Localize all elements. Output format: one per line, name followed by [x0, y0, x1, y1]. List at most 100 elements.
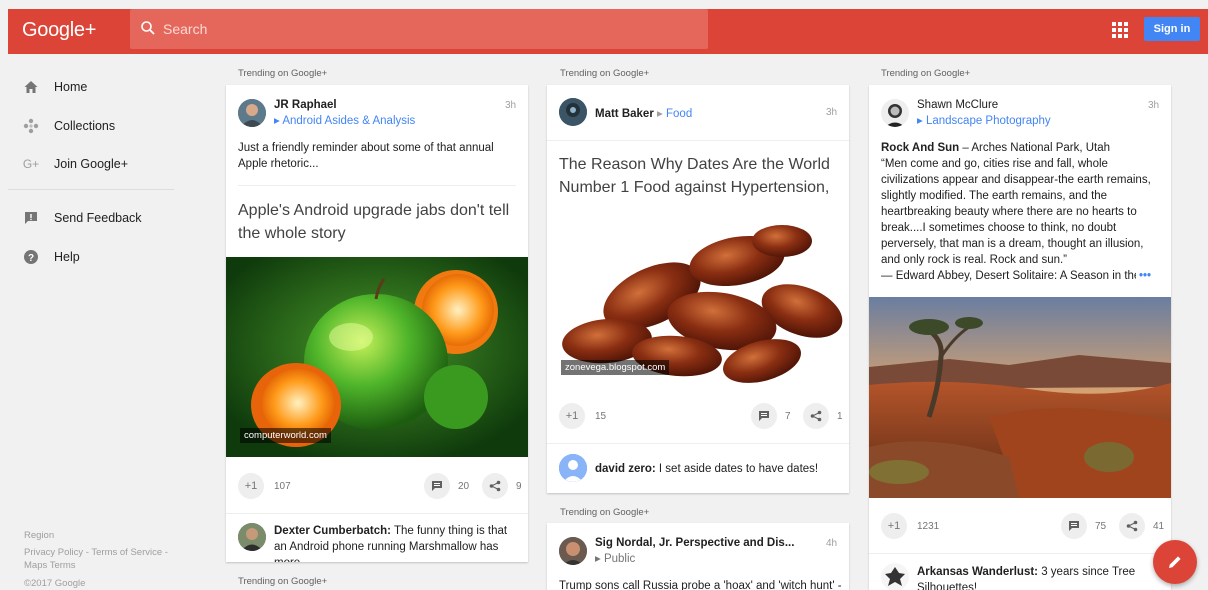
- help-icon: ?: [22, 248, 40, 266]
- post-collection-label: Android Asides & Analysis: [282, 115, 416, 127]
- sidebar-item-join[interactable]: G+ Join Google+: [22, 152, 128, 176]
- image-credit[interactable]: computerworld.com: [240, 428, 331, 443]
- post-image-apples[interactable]: [226, 257, 528, 457]
- search-placeholder[interactable]: Search: [163, 21, 207, 37]
- post-text: Just a friendly reminder about some of t…: [238, 142, 494, 170]
- post-author-name: Matt Baker: [595, 108, 654, 120]
- svg-text:?: ?: [28, 253, 34, 264]
- comment-author[interactable]: david zero:: [595, 463, 656, 475]
- search-box[interactable]: Search: [130, 9, 708, 49]
- maps-terms-link[interactable]: Maps Terms: [24, 560, 76, 571]
- search-icon: [141, 21, 155, 35]
- post-card: JR Raphael ▸ Android Asides & Analysis 3…: [226, 85, 528, 562]
- avatar[interactable]: [559, 537, 587, 565]
- avatar[interactable]: [238, 99, 266, 127]
- sidebar-item-label: Join Google+: [54, 157, 129, 171]
- apps-grid-icon[interactable]: [1112, 22, 1128, 38]
- post-text: “Men come and go, cities rise and fall, …: [881, 158, 1151, 266]
- sidebar-item-label: Send Feedback: [54, 211, 142, 225]
- post-time: 3h: [826, 107, 838, 118]
- avatar[interactable]: [881, 99, 909, 127]
- divider: [238, 185, 516, 186]
- trending-label: Trending on Google+: [560, 68, 650, 79]
- post-image-desert[interactable]: [869, 297, 1171, 498]
- post-title-rest: – Arches National Park, Utah: [959, 142, 1111, 154]
- more-icon[interactable]: •••: [1139, 268, 1151, 284]
- comment-author[interactable]: Dexter Cumberbatch:: [274, 525, 391, 537]
- plus-count: 15: [595, 411, 607, 422]
- sidebar-item-help[interactable]: ? Help: [22, 245, 80, 269]
- google-plus-icon: G+: [22, 157, 40, 171]
- divider: [226, 513, 528, 514]
- post-author[interactable]: Sig Nordal, Jr. Perspective and Dis...: [595, 537, 794, 549]
- comment-count: 7: [785, 411, 791, 422]
- trending-label: Trending on Google+: [238, 576, 328, 587]
- sidebar-item-label: Help: [54, 250, 80, 264]
- post-card: Shawn McClure ▸ Landscape Photography 3h…: [869, 85, 1171, 590]
- copyright: ©2017 Google: [24, 578, 86, 589]
- trending-label: Trending on Google+: [238, 68, 328, 79]
- pencil-icon: [1169, 556, 1181, 568]
- share-count: 9: [516, 481, 522, 492]
- post-time: 4h: [826, 538, 838, 549]
- comment-icon: [759, 411, 769, 421]
- post-author[interactable]: Shawn McClure: [917, 99, 998, 111]
- share-button[interactable]: [482, 473, 508, 499]
- comment-icon: [1069, 521, 1079, 531]
- sidebar-item-label: Home: [54, 80, 88, 94]
- comment-icon: [432, 481, 442, 491]
- comment-text: I set aside dates to have dates!: [658, 463, 819, 475]
- plus-one-button[interactable]: +1: [559, 403, 585, 429]
- new-post-button[interactable]: [1153, 540, 1197, 584]
- plus-count: 107: [274, 481, 291, 492]
- post-time: 3h: [1148, 100, 1160, 111]
- post-visibility: ▸ Public: [595, 553, 636, 565]
- post-collection-label: Landscape Photography: [925, 115, 1051, 127]
- share-button[interactable]: [1119, 513, 1145, 539]
- comment-button[interactable]: [424, 473, 450, 499]
- post-collection[interactable]: ▸ Android Asides & Analysis: [274, 113, 415, 127]
- comment-count: 75: [1095, 521, 1107, 532]
- comment-button[interactable]: [751, 403, 777, 429]
- top-bar: Google+ Search Sign in: [8, 9, 1208, 54]
- link-headline[interactable]: Apple's Android upgrade jabs don't tell …: [238, 199, 523, 245]
- google-plus-logo[interactable]: Google+: [22, 19, 96, 42]
- share-icon: [810, 410, 822, 422]
- avatar[interactable]: [881, 563, 909, 590]
- post-collection[interactable]: Food: [666, 108, 692, 120]
- comment-count: 20: [458, 481, 470, 492]
- sidebar-item-label: Collections: [54, 119, 116, 133]
- home-icon: [22, 78, 40, 96]
- divider: [869, 553, 1171, 554]
- top-comment: Arkansas Wanderlust: 3 years since Tree …: [917, 564, 1162, 590]
- plus-count: 1231: [917, 521, 940, 532]
- avatar[interactable]: [559, 454, 587, 482]
- share-icon: [489, 480, 501, 492]
- post-author[interactable]: Matt Baker ▸ Food: [595, 106, 692, 120]
- share-button[interactable]: [803, 403, 829, 429]
- post-visibility-label: Public: [603, 553, 636, 565]
- sidebar-item-home[interactable]: Home: [22, 75, 87, 99]
- image-credit[interactable]: zonevega.blogspot.com: [561, 360, 670, 375]
- link-headline[interactable]: The Reason Why Dates Are the World Numbe…: [559, 153, 844, 199]
- comment-author[interactable]: Arkansas Wanderlust:: [917, 566, 1038, 578]
- privacy-terms-links[interactable]: Privacy Policy - Terms of Service -: [24, 547, 168, 558]
- comment-button[interactable]: [1061, 513, 1087, 539]
- sign-in-button[interactable]: Sign in: [1144, 17, 1200, 41]
- post-card: Matt Baker ▸ Food 3h The Reason Why Date…: [547, 85, 849, 493]
- share-count: 41: [1153, 521, 1165, 532]
- trending-label: Trending on Google+: [560, 507, 650, 518]
- post-author[interactable]: JR Raphael: [274, 99, 337, 111]
- plus-one-button[interactable]: +1: [881, 513, 907, 539]
- avatar[interactable]: [559, 98, 587, 126]
- top-comment: david zero: I set aside dates to have da…: [595, 461, 840, 477]
- collections-icon: [22, 117, 40, 135]
- plus-one-button[interactable]: +1: [238, 473, 264, 499]
- post-time: 3h: [505, 100, 517, 111]
- sidebar-item-feedback[interactable]: Send Feedback: [22, 206, 142, 230]
- trending-label: Trending on Google+: [881, 68, 971, 79]
- region-link[interactable]: Region: [24, 530, 54, 541]
- avatar[interactable]: [238, 523, 266, 551]
- sidebar-item-collections[interactable]: Collections: [22, 114, 115, 138]
- post-collection[interactable]: ▸ Landscape Photography: [917, 113, 1051, 127]
